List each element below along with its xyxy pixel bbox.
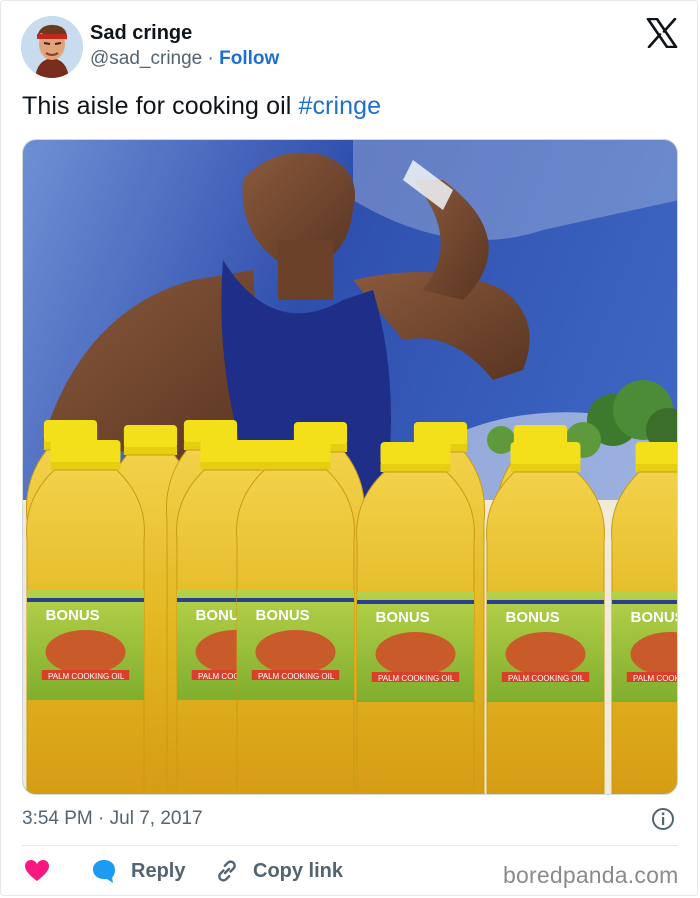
oil-bottles: BONUS PALM COOKING OIL BONUS PALM COOKING O… bbox=[25, 420, 679, 794]
tweet-time: 3:54 PM bbox=[22, 808, 93, 829]
bottle-product-label: PALM COOKING OIL bbox=[508, 674, 585, 683]
oil-bottle: BONUS PALM COOKING OIL bbox=[356, 442, 475, 794]
reply-label: Reply bbox=[131, 859, 186, 882]
bottle-product-label: PALM COOKING OIL bbox=[258, 672, 335, 681]
tweet-photo[interactable]: BONUS PALM COOKING OIL BONUS PALM COOKING O… bbox=[22, 139, 678, 795]
speech-bubble-icon bbox=[93, 860, 115, 883]
oil-bottle: BONUS PALM COOKING OIL bbox=[611, 442, 679, 794]
follow-button[interactable]: Follow bbox=[219, 48, 279, 69]
reply-button[interactable]: Reply bbox=[91, 856, 185, 886]
bottle-product-label: PALM COOKING OIL bbox=[633, 674, 678, 683]
divider bbox=[22, 845, 678, 846]
author-handle-line: @sad_cringe · Follow bbox=[90, 48, 279, 70]
bottle-brand: BONUS bbox=[506, 609, 560, 626]
heart-icon bbox=[25, 860, 49, 881]
tweet-date: Jul 7, 2017 bbox=[109, 808, 203, 829]
source-watermark: boredpanda.com bbox=[503, 862, 679, 888]
oil-bottle: BONUS PALM COOKING OIL bbox=[26, 440, 145, 794]
info-icon[interactable] bbox=[651, 807, 675, 831]
like-button[interactable] bbox=[24, 856, 50, 886]
separator-dot: · bbox=[98, 808, 105, 829]
bottle-product-label: PALM COOKING OIL bbox=[378, 674, 455, 683]
bottle-brand: BONUS bbox=[256, 607, 310, 624]
bottle-product-label: PALM COOKING OIL bbox=[48, 672, 125, 681]
oil-bottle: BONUS PALM COOKING OIL bbox=[236, 440, 355, 794]
tweet-body: This aisle for cooking oil bbox=[22, 92, 299, 120]
copy-link-label: Copy link bbox=[253, 859, 344, 882]
bottle-brand: BONUS bbox=[46, 607, 100, 624]
tweet-timestamp[interactable]: 3:54 PM · Jul 7, 2017 bbox=[22, 808, 203, 830]
author-handle[interactable]: @sad_cringe bbox=[90, 48, 202, 69]
bottle-brand: BONUS bbox=[631, 609, 679, 626]
copy-link-button[interactable]: Copy link bbox=[214, 856, 343, 886]
link-icon bbox=[218, 860, 236, 882]
tweet-text: This aisle for cooking oil #cringe bbox=[22, 92, 381, 121]
x-logo-icon[interactable] bbox=[646, 17, 678, 49]
separator-dot: · bbox=[207, 48, 214, 69]
author-name[interactable]: Sad cringe bbox=[90, 22, 192, 45]
bottle-brand: BONUS bbox=[376, 609, 430, 626]
hashtag-link[interactable]: #cringe bbox=[298, 92, 381, 120]
oil-bottle: BONUS PALM COOKING OIL bbox=[486, 442, 605, 794]
avatar[interactable] bbox=[21, 16, 83, 78]
